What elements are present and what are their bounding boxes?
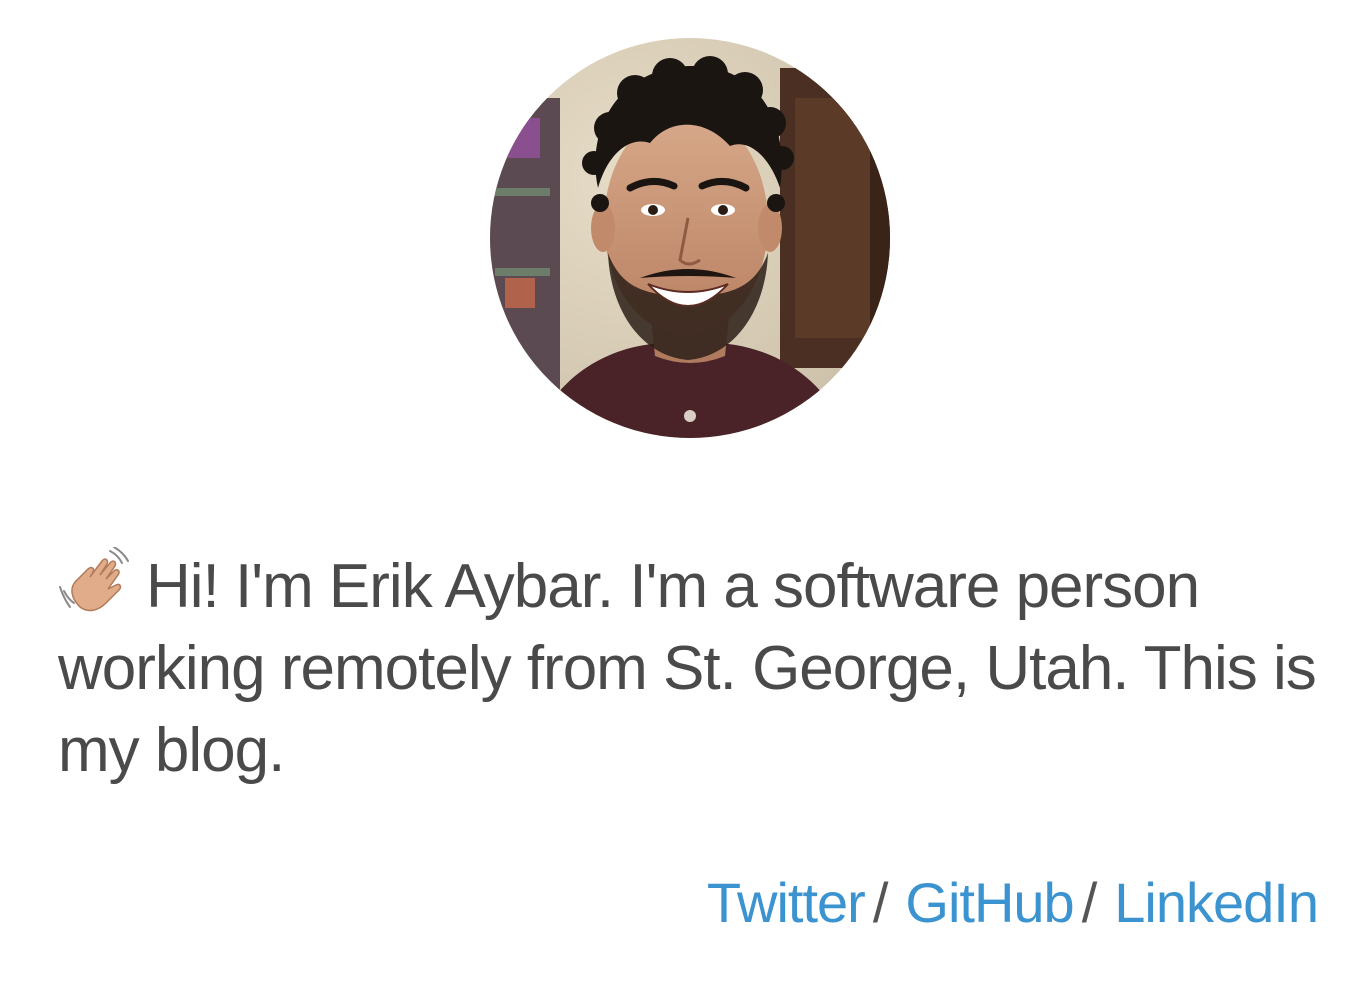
twitter-link[interactable]: Twitter: [707, 871, 866, 934]
page: Hi! I'm Erik Aybar. I'm a software perso…: [0, 0, 1360, 988]
avatar-photo: [490, 38, 890, 438]
separator: /: [872, 871, 889, 934]
intro-paragraph: Hi! I'm Erik Aybar. I'm a software perso…: [58, 546, 1318, 792]
github-link[interactable]: GitHub: [905, 871, 1074, 934]
intro-text: Hi! I'm Erik Aybar. I'm a software perso…: [58, 552, 1317, 785]
social-links: Twitter / GitHub / LinkedIn: [707, 870, 1319, 935]
separator: /: [1081, 871, 1098, 934]
avatar: [490, 38, 890, 438]
linkedin-link[interactable]: LinkedIn: [1114, 871, 1319, 934]
waving-hand-icon: [58, 546, 132, 617]
